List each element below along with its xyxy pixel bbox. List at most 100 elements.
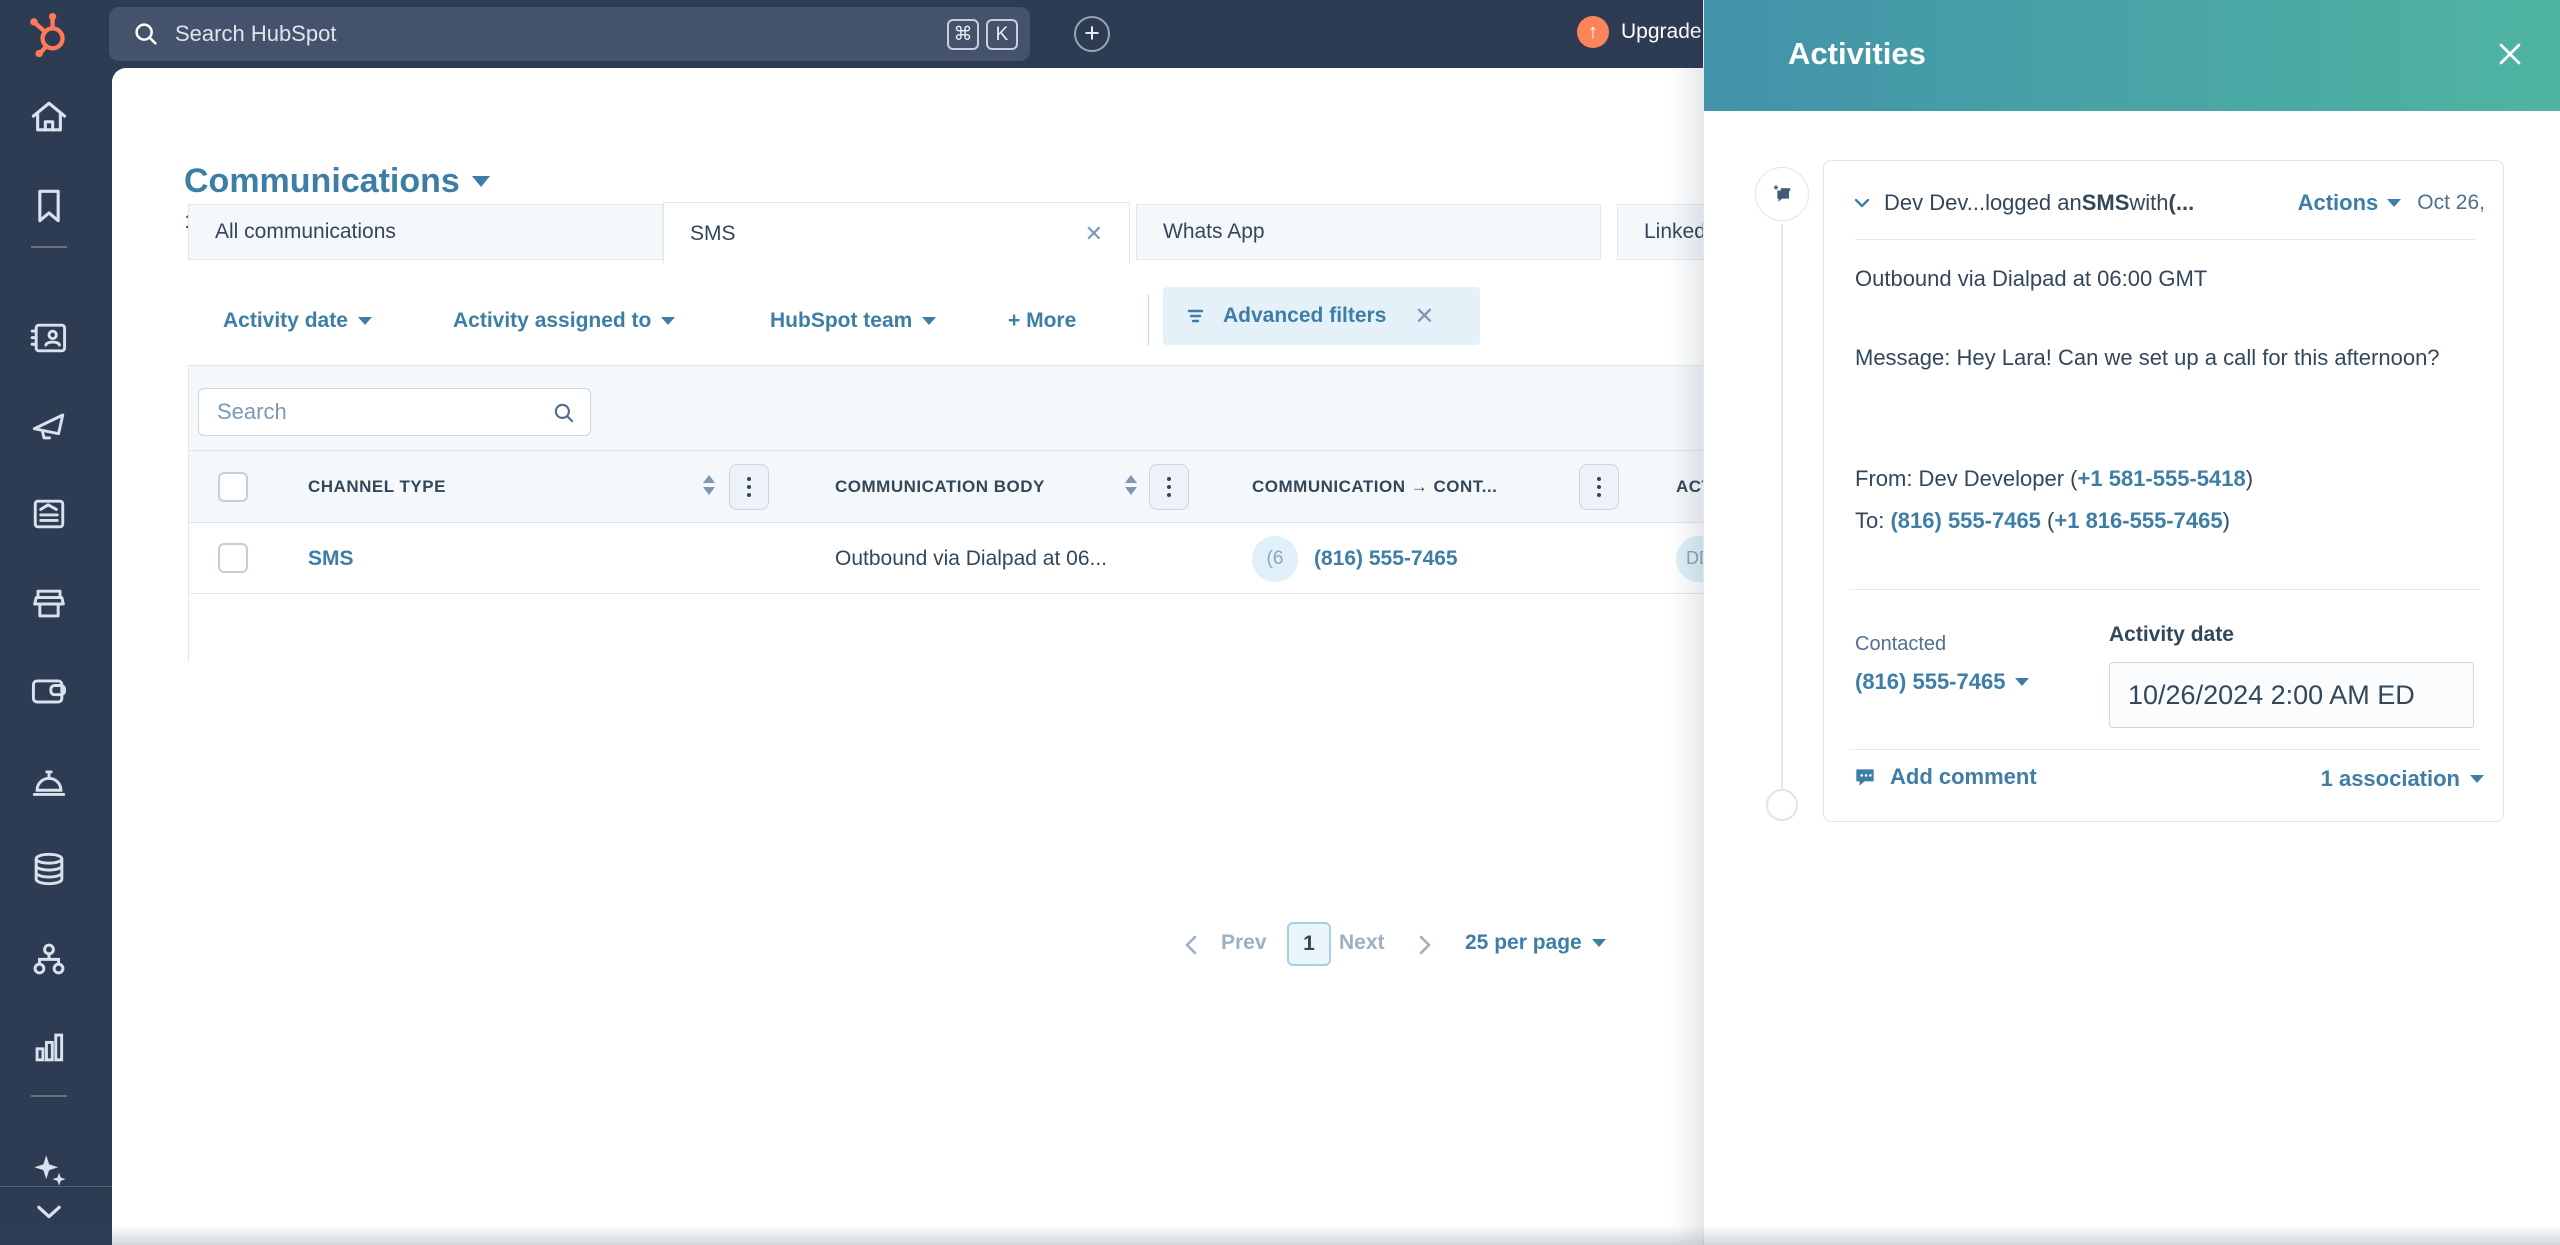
tab-sms[interactable]: SMS ✕: [663, 202, 1130, 264]
sidebar-divider: [31, 246, 67, 248]
filter-divider: [1148, 294, 1149, 346]
chevron-right-icon[interactable]: [1415, 934, 1435, 956]
activity-message: Message: Hey Lara! Can we set up a call …: [1855, 337, 2455, 379]
chevron-left-icon[interactable]: [1181, 934, 1201, 956]
activity-date-stamp: Oct 26,: [2417, 191, 2485, 215]
from-phone-link[interactable]: +1 581-555-5418: [2078, 466, 2246, 491]
create-new-button[interactable]: +: [1074, 16, 1110, 52]
commerce-register-icon[interactable]: [27, 582, 71, 626]
upgrade-link[interactable]: ↑ Upgrade: [1577, 16, 1702, 48]
filter-activity-assigned-to[interactable]: Activity assigned to: [453, 296, 675, 346]
to-phone-link[interactable]: (816) 555-7465: [1890, 508, 2040, 533]
associations-dropdown[interactable]: 1 association: [2321, 766, 2484, 792]
sidebar-bottom-divider: [0, 1186, 112, 1187]
table-header-row: CHANNEL TYPE COMMUNICATION BODY COMMUNIC…: [189, 451, 1703, 523]
bookmark-icon[interactable]: [27, 184, 71, 228]
activity-subject[interactable]: Dev Dev...: [1884, 190, 1985, 216]
select-all-checkbox[interactable]: [218, 472, 248, 502]
bar-chart-icon[interactable]: [27, 1025, 71, 1069]
activity-target: (...: [2169, 190, 2195, 216]
column-header-communication-body[interactable]: COMMUNICATION BODY: [835, 451, 1045, 523]
tab-all-communications[interactable]: All communications: [188, 204, 663, 260]
hubspot-logo-icon[interactable]: [24, 8, 76, 60]
filter-lines-icon: [1185, 304, 1209, 328]
shortcut-k-key: K: [986, 19, 1018, 50]
add-comment-button[interactable]: Add comment: [1852, 764, 2037, 790]
activities-panel: Activities Dev Dev... logged an SMS with…: [1703, 0, 2560, 1245]
owner-avatar: DD: [1676, 536, 1703, 582]
comment-bubble-icon: [1852, 764, 1878, 790]
card-divider: [1855, 239, 2475, 240]
cell-channel-type[interactable]: SMS: [308, 523, 354, 594]
service-bell-icon[interactable]: [27, 760, 71, 804]
contacted-label: Contacted: [1855, 633, 1946, 656]
upgrade-arrow-icon: ↑: [1577, 16, 1609, 48]
timeline-sms-badge: [1755, 167, 1809, 221]
chevron-down-icon: [2015, 678, 2029, 686]
column-menu-icon[interactable]: [1149, 464, 1189, 510]
app-window: ⌘ K + ↑ Upgrade: [0, 0, 2560, 1245]
chevron-down-icon: [472, 176, 490, 187]
column-menu-icon[interactable]: [729, 464, 769, 510]
chevron-down-icon: [2387, 199, 2401, 207]
table-row[interactable]: SMS Outbound via Dialpad at 06... (6 (81…: [189, 523, 1703, 594]
row-checkbox[interactable]: [218, 543, 248, 573]
collapse-chevron-icon[interactable]: [27, 1190, 71, 1234]
activity-summary-line: Outbound via Dialpad at 06:00 GMT: [1855, 258, 2207, 300]
panel-title: Activities: [1788, 36, 1926, 72]
contacts-book-icon[interactable]: [27, 316, 71, 360]
activity-from-to: From: Dev Developer (+1 581-555-5418) To…: [1855, 458, 2253, 542]
table-search-band: [189, 366, 1703, 451]
sort-arrows-icon[interactable]: [1125, 475, 1137, 495]
global-search-input[interactable]: [109, 7, 1030, 61]
contact-avatar: (6: [1252, 536, 1298, 582]
content-page-icon[interactable]: [27, 492, 71, 536]
cell-contact[interactable]: (6 (816) 555-7465: [1252, 523, 1458, 594]
prev-page-button[interactable]: Prev: [1221, 931, 1267, 955]
chevron-down-icon: [2470, 775, 2484, 783]
filter-activity-date[interactable]: Activity date: [223, 296, 372, 346]
communications-table: CHANNEL TYPE COMMUNICATION BODY COMMUNIC…: [188, 365, 1703, 662]
next-page-button[interactable]: Next: [1339, 931, 1385, 955]
column-header-activity-assigned[interactable]: ACTIVITY AS: [1676, 451, 1703, 523]
per-page-dropdown[interactable]: 25 per page: [1465, 931, 1606, 955]
search-icon: [551, 400, 577, 426]
close-tab-icon[interactable]: ✕: [1085, 221, 1103, 247]
wallet-icon[interactable]: [27, 669, 71, 713]
filter-hubspot-team[interactable]: HubSpot team: [770, 296, 936, 346]
activity-card: Dev Dev... logged an SMS with (... Actio…: [1823, 160, 2504, 822]
contacted-dropdown[interactable]: (816) 555-7465: [1855, 669, 2029, 695]
column-header-communication-contact[interactable]: COMMUNICATION → CONT...: [1252, 451, 1497, 523]
page-title[interactable]: Communications: [184, 162, 490, 201]
activities-panel-header: Activities: [1704, 0, 2560, 111]
cell-activity-assigned: DD Dev D: [1676, 523, 1703, 594]
chevron-down-icon: [1592, 939, 1606, 947]
database-icon[interactable]: [27, 847, 71, 891]
activity-card-header: Dev Dev... logged an SMS with (... Actio…: [1850, 185, 2485, 221]
to-phone-full-link[interactable]: +1 816-555-7465: [2054, 508, 2222, 533]
timeline-end-dot: [1766, 789, 1798, 821]
column-menu-icon[interactable]: [1579, 464, 1619, 510]
current-page-button[interactable]: 1: [1287, 922, 1331, 966]
tab-linkedin[interactable]: Linked: [1617, 204, 1703, 260]
clear-advanced-filters-icon[interactable]: ✕: [1414, 302, 1434, 331]
activity-date-input[interactable]: [2109, 662, 2474, 728]
advanced-filters-button[interactable]: Advanced filters ✕: [1163, 287, 1480, 345]
more-filters-button[interactable]: + More: [1008, 296, 1076, 346]
close-panel-icon[interactable]: [2492, 36, 2528, 72]
automation-orgchart-icon[interactable]: [27, 937, 71, 981]
tab-whats-app[interactable]: Whats App: [1136, 204, 1601, 260]
megaphone-icon[interactable]: [27, 404, 71, 448]
sort-arrows-icon[interactable]: [703, 475, 715, 495]
table-search-input[interactable]: [198, 388, 591, 436]
home-icon[interactable]: [27, 95, 71, 139]
activity-type: SMS: [2082, 190, 2130, 216]
timeline-line: [1781, 224, 1783, 790]
sms-bubble-icon: [1768, 180, 1796, 208]
column-header-channel-type[interactable]: CHANNEL TYPE: [308, 451, 446, 523]
actions-dropdown[interactable]: Actions: [2298, 190, 2402, 216]
chevron-down-icon: [922, 317, 936, 325]
collapse-card-chevron-icon[interactable]: [1850, 191, 1874, 215]
left-sidebar: [0, 0, 112, 1245]
pagination: Prev 1 Next 25 per page: [189, 922, 1703, 966]
